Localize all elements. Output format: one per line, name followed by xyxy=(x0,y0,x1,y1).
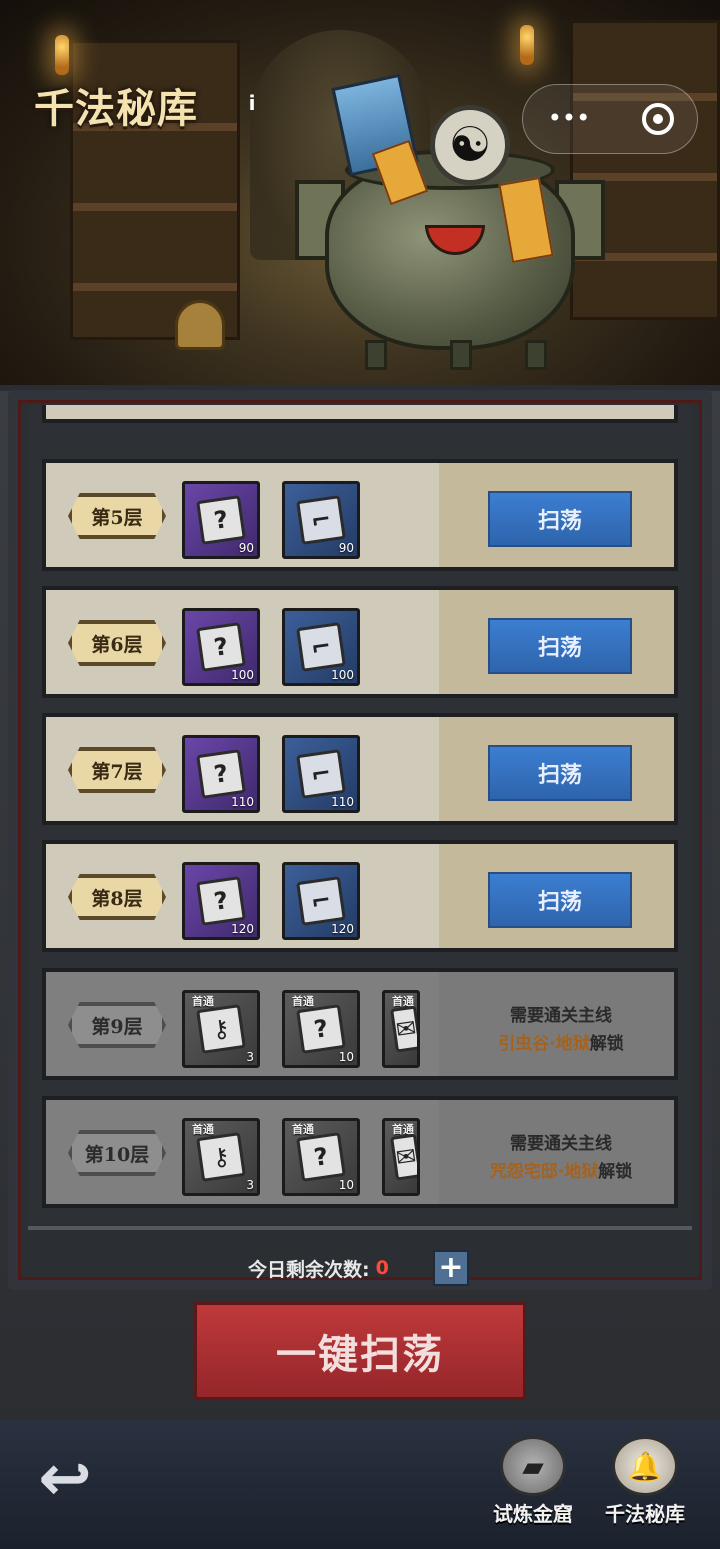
plus-icon[interactable]: + xyxy=(433,1250,469,1286)
page-title: 千法秘库 xyxy=(34,85,198,132)
floor-badge: 第8层 xyxy=(68,874,166,920)
key-icon[interactable]: 首通 ⚷ 3 xyxy=(182,990,260,1068)
lock-line-1: 需要通关主线 xyxy=(510,1006,612,1026)
item-count: 120 xyxy=(331,922,354,936)
item-count: 3 xyxy=(246,1050,254,1064)
item-count: 110 xyxy=(231,795,254,809)
lock-requirement: 需要通关主线 引虫谷·地狱解锁 xyxy=(466,1002,656,1058)
scroll-icon[interactable]: 首通 ✉ xyxy=(382,1118,420,1196)
item-count: 100 xyxy=(331,668,354,682)
list-divider xyxy=(28,1226,692,1230)
item-count: 10 xyxy=(338,1178,354,1192)
header-scene: ☯ xyxy=(0,0,720,400)
first-clear-tag: 首通 xyxy=(192,995,214,1008)
sweep-button[interactable]: 扫荡 xyxy=(488,618,632,674)
item-count: 90 xyxy=(238,541,254,555)
nav-label: 试炼金窟 xyxy=(493,1502,573,1526)
floor-row-7: 第7层 ? 110 ⌐ 110 扫荡 xyxy=(42,713,678,825)
floor-badge: 第10层 xyxy=(68,1130,166,1176)
lock-tail: 解锁 xyxy=(598,1162,633,1182)
floor-row-6: 第6层 ? 100 ⌐ 100 扫荡 xyxy=(42,586,678,698)
item-count: 10 xyxy=(338,1050,354,1064)
floor-badge: 第9层 xyxy=(68,1002,166,1048)
floor-badge: 第6层 xyxy=(68,620,166,666)
floor-badge: 第5层 xyxy=(68,493,166,539)
pistol-scroll-icon[interactable]: ⌐ 90 xyxy=(282,481,360,559)
info-icon[interactable]: i xyxy=(244,90,260,116)
floor-row-9: 第9层 首通 ⚷ 3 首通? 10 首通 ✉ 需要通关主线 引虫谷·地狱解锁 xyxy=(42,968,678,1080)
bell-scroll-icon[interactable]: ? 90 xyxy=(182,481,260,559)
back-arrow-icon[interactable]: ↩ xyxy=(26,1442,104,1516)
floor-row-8: 第8层 ? 120 ⌐ 120 扫荡 xyxy=(42,840,678,952)
bell-decoration xyxy=(175,300,225,350)
mystery-scroll-icon[interactable]: 首通? 10 xyxy=(282,1118,360,1196)
item-count: 100 xyxy=(231,668,254,682)
more-dots-icon[interactable]: ••• xyxy=(548,104,590,132)
lock-tail: 解锁 xyxy=(589,1034,624,1054)
lamp-left xyxy=(55,35,69,75)
floor-badge: 第7层 xyxy=(68,747,166,793)
bell-icon: 🔔 xyxy=(612,1436,678,1496)
remaining-label: 今日剩余次数: xyxy=(248,1258,370,1281)
first-clear-tag: 首通 xyxy=(292,995,314,1008)
nav-label: 千法秘库 xyxy=(605,1502,685,1526)
bell-scroll-icon[interactable]: ? 110 xyxy=(182,735,260,813)
pistol-scroll-icon[interactable]: ⌐ 110 xyxy=(282,735,360,813)
first-clear-tag: 首通 xyxy=(192,1123,214,1136)
lock-place: 咒怨宅邸·地狱 xyxy=(489,1162,599,1182)
bell-scroll-icon[interactable]: ? 120 xyxy=(182,862,260,940)
first-clear-tag: 首通 xyxy=(292,1123,314,1136)
floor-list[interactable]: 第5层 ? 90 ⌐ 90 扫荡 第6层 ? 100 ⌐ 100 扫荡 第7层 ? 110… xyxy=(28,405,692,1225)
key-icon[interactable]: 首通 ⚷ 3 xyxy=(182,1118,260,1196)
sweep-button[interactable]: 扫荡 xyxy=(488,491,632,547)
pistol-scroll-icon[interactable]: ⌐ 100 xyxy=(282,608,360,686)
item-count: 90 xyxy=(338,541,354,555)
scroll-icon[interactable]: 首通 ✉ xyxy=(382,990,420,1068)
item-count: 120 xyxy=(231,922,254,936)
pistol-scroll-icon[interactable]: ⌐ 120 xyxy=(282,862,360,940)
target-circle-icon[interactable] xyxy=(642,103,674,135)
gold-ingot-icon: ▰ xyxy=(500,1436,566,1496)
bell-scroll-icon[interactable]: ? 100 xyxy=(182,608,260,686)
floor-row-10: 第10层 首通 ⚷ 3 首通? 10 首通 ✉ 需要通关主线 咒怨宅邸·地狱解锁 xyxy=(42,1096,678,1208)
nav-trial-gold-cave[interactable]: ▰ 试炼金窟 xyxy=(478,1436,588,1536)
item-count: 110 xyxy=(331,795,354,809)
lock-place: 引虫谷·地狱 xyxy=(498,1034,590,1054)
remaining-value: 0 xyxy=(375,1257,389,1279)
one-click-sweep-button[interactable]: 一键扫荡 xyxy=(194,1302,526,1400)
mystery-scroll-icon[interactable]: 首通? 10 xyxy=(282,990,360,1068)
item-count: 3 xyxy=(246,1178,254,1192)
sweep-button[interactable]: 扫荡 xyxy=(488,872,632,928)
yinyang-icon: ☯ xyxy=(430,105,510,185)
sweep-button[interactable]: 扫荡 xyxy=(488,745,632,801)
lock-requirement: 需要通关主线 咒怨宅邸·地狱解锁 xyxy=(466,1130,656,1186)
nav-thousand-arts-vault[interactable]: 🔔 千法秘库 xyxy=(590,1436,700,1536)
floor-row-5: 第5层 ? 90 ⌐ 90 扫荡 xyxy=(42,459,678,571)
partial-row xyxy=(42,405,678,423)
lock-line-1: 需要通关主线 xyxy=(510,1134,612,1154)
lamp-right xyxy=(520,25,534,65)
